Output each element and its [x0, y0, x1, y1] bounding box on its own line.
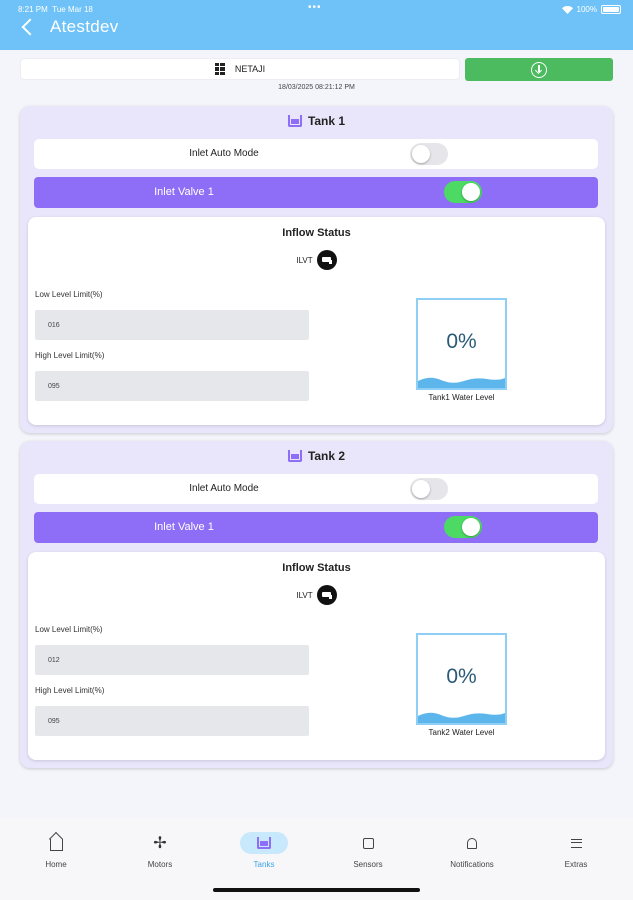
home-indicator[interactable] [213, 888, 420, 892]
download-icon [531, 61, 547, 78]
inflow-code: ILVT [296, 255, 313, 265]
inlet-auto-mode-row: Inlet Auto Mode [34, 139, 598, 169]
home-icon [49, 839, 63, 851]
tank-card: Tank 1 Inlet Auto Mode Inlet Valve 1 Inf… [20, 106, 613, 433]
nav-item-notifications[interactable]: Notifications [427, 832, 517, 869]
inlet-auto-mode-row: Inlet Auto Mode [34, 474, 598, 504]
site-name: NETAJI [234, 64, 266, 74]
faucet-icon [316, 585, 337, 605]
high-level-limit-field[interactable]: 095 [35, 371, 309, 401]
status-right: 100% [561, 5, 621, 14]
high-level-limit-label: High Level Limit(%) [35, 686, 105, 695]
tank-icon [287, 450, 302, 462]
low-level-limit-label: Low Level Limit(%) [35, 290, 103, 299]
inflow-status-title: Inflow Status [282, 227, 351, 239]
water-level-gauge: 0% [416, 298, 507, 390]
tank-icon [257, 837, 271, 849]
faucet-icon [316, 250, 337, 270]
low-level-limit-field[interactable]: 016 [35, 310, 309, 340]
app-header: 8:21 PM Tue Mar 18 ••• 100% Atestdev [0, 0, 633, 50]
nav-item-sensors[interactable]: Sensors [323, 832, 413, 869]
download-button[interactable] [465, 58, 613, 81]
nav-item-home[interactable]: Home [11, 832, 101, 869]
menu-icon [570, 838, 582, 848]
building-icon [214, 63, 225, 75]
water-wave [418, 712, 505, 723]
inlet-valve-toggle[interactable] [444, 516, 482, 538]
inflow-status-title: Inflow Status [282, 562, 351, 574]
low-level-limit-field[interactable]: 012 [35, 645, 309, 675]
nav-label: Motors [147, 860, 173, 869]
high-level-limit-field[interactable]: 095 [35, 706, 309, 736]
page-title: Atestdev [50, 17, 119, 36]
inlet-auto-mode-label: Inlet Auto Mode [189, 148, 259, 159]
back-arrow-icon[interactable] [21, 18, 39, 36]
tank-title: Tank 2 [307, 449, 346, 463]
wifi-icon [561, 5, 573, 14]
water-level-percent: 0% [446, 330, 477, 353]
battery-percent: 100% [576, 5, 597, 14]
water-level-gauge: 0% [416, 633, 507, 725]
low-level-limit-label: Low Level Limit(%) [35, 625, 103, 634]
inflow-code: ILVT [296, 590, 313, 600]
status-time: 8:21 PM Tue Mar 18 [18, 5, 93, 14]
inlet-valve-toggle[interactable] [444, 181, 482, 203]
inlet-valve-row: Inlet Valve 1 [34, 177, 598, 208]
bell-icon [467, 837, 477, 849]
nav-label: Extras [564, 860, 588, 869]
water-level-percent: 0% [446, 665, 477, 688]
inflow-status-panel: Inflow Status ILVT Low Level Limit(%) 01… [28, 217, 605, 425]
water-level-caption: Tank1 Water Level [428, 393, 495, 402]
tank-card: Tank 2 Inlet Auto Mode Inlet Valve 1 Inf… [20, 441, 613, 768]
nav-label: Notifications [450, 860, 494, 869]
water-level-caption: Tank2 Water Level [428, 728, 495, 737]
nav-item-extras[interactable]: Extras [531, 832, 621, 869]
nav-item-motors[interactable]: ✢ Motors [115, 832, 205, 869]
nav-item-tanks[interactable]: Tanks [219, 832, 309, 869]
tank-icon [287, 115, 302, 127]
fan-icon: ✢ [153, 835, 167, 852]
inlet-auto-mode-toggle[interactable] [410, 143, 448, 165]
site-selector[interactable]: NETAJI [20, 58, 460, 80]
inlet-auto-mode-label: Inlet Auto Mode [189, 483, 259, 494]
multitask-dots[interactable]: ••• [308, 2, 322, 13]
inflow-status-panel: Inflow Status ILVT Low Level Limit(%) 01… [28, 552, 605, 760]
inlet-valve-row: Inlet Valve 1 [34, 512, 598, 543]
nav-label: Sensors [353, 860, 383, 869]
inlet-valve-label: Inlet Valve 1 [154, 186, 214, 198]
nav-label: Home [45, 860, 67, 869]
inlet-auto-mode-toggle[interactable] [410, 478, 448, 500]
tank-title: Tank 1 [307, 114, 346, 128]
chip-icon [362, 837, 374, 849]
inlet-valve-label: Inlet Valve 1 [154, 521, 214, 533]
water-wave [418, 377, 505, 388]
battery-icon [601, 5, 621, 14]
nav-label: Tanks [253, 860, 275, 869]
last-updated-timestamp: 18/03/2025 08:21:12 PM [278, 84, 355, 91]
high-level-limit-label: High Level Limit(%) [35, 351, 105, 360]
